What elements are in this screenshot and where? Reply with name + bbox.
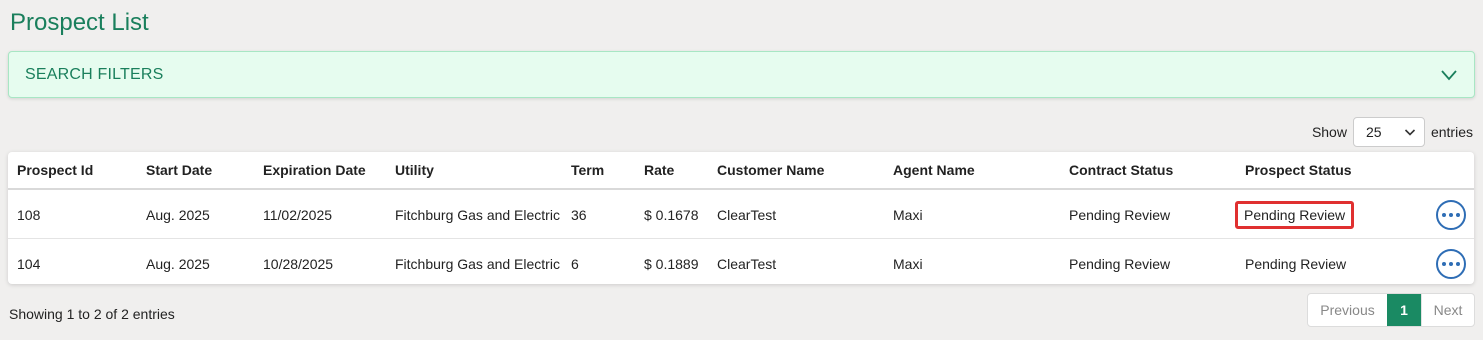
page-title: Prospect List <box>10 9 149 36</box>
more-actions-button[interactable] <box>1436 248 1466 279</box>
contract-status-cell: Pending Review <box>1069 255 1171 272</box>
next-page-button[interactable]: Next <box>1421 294 1474 326</box>
entries-per-page-value: 25 <box>1365 124 1382 140</box>
table-header-row: Prospect Id Start Date Expiration Date U… <box>8 152 1474 190</box>
start-date-cell: Aug. 2025 <box>146 255 210 272</box>
chevron-down-icon <box>1404 129 1416 136</box>
search-filters-toggle[interactable]: SEARCH FILTERS <box>8 51 1475 98</box>
page-1-button[interactable]: 1 <box>1387 294 1421 326</box>
utility-cell: Fitchburg Gas and Electric <box>395 255 560 272</box>
customer-name-cell: ClearTest <box>717 255 777 272</box>
expiration-date-cell: 10/28/2025 <box>263 255 334 272</box>
rate-cell: $ 0.1889 <box>644 255 699 272</box>
table-info: Showing 1 to 2 of 2 entries <box>9 306 175 322</box>
header-expiration-date[interactable]: Expiration Date <box>263 152 366 188</box>
row-actions <box>1436 240 1466 287</box>
agent-name-cell: Maxi <box>893 255 923 272</box>
prospect-id-cell: 104 <box>17 255 41 272</box>
term-cell: 6 <box>571 255 579 272</box>
header-prospect-id[interactable]: Prospect Id <box>17 152 93 188</box>
header-term[interactable]: Term <box>571 152 604 188</box>
term-cell: 36 <box>571 207 587 223</box>
highlighted-prospect-status: Pending Review <box>1235 201 1355 229</box>
ellipsis-icon <box>1442 261 1460 266</box>
table-row: 104 Aug. 2025 10/28/2025 Fitchburg Gas a… <box>8 240 1474 287</box>
expiration-date-cell: 11/02/2025 <box>263 207 333 223</box>
header-customer-name[interactable]: Customer Name <box>717 152 824 188</box>
prospects-table: Prospect Id Start Date Expiration Date U… <box>8 152 1474 284</box>
entries-length-control: Show 25 entries <box>1312 117 1473 147</box>
prospect-id-cell: 108 <box>17 207 41 223</box>
header-contract-status[interactable]: Contract Status <box>1069 152 1173 188</box>
search-filters-label: SEARCH FILTERS <box>25 65 164 83</box>
start-date-cell: Aug. 2025 <box>146 207 210 223</box>
header-start-date[interactable]: Start Date <box>146 152 212 188</box>
show-label: Show <box>1311 124 1347 140</box>
header-utility[interactable]: Utility <box>395 152 434 188</box>
prospect-status-cell: Pending Review <box>1235 192 1355 238</box>
prospect-list-page: Prospect List SEARCH FILTERS Show 25 ent… <box>0 0 1483 340</box>
table-row: 108 Aug. 2025 11/02/2025 Fitchburg Gas a… <box>8 192 1474 239</box>
ellipsis-icon <box>1442 213 1460 217</box>
agent-name-cell: Maxi <box>893 207 923 223</box>
utility-cell: Fitchburg Gas and Electric <box>395 207 560 223</box>
customer-name-cell: ClearTest <box>717 207 777 223</box>
entries-label: entries <box>1430 124 1473 140</box>
header-agent-name[interactable]: Agent Name <box>893 152 975 188</box>
more-actions-button[interactable] <box>1436 200 1466 230</box>
header-prospect-status[interactable]: Prospect Status <box>1245 152 1352 188</box>
previous-page-button[interactable]: Previous <box>1308 294 1387 326</box>
prospect-status-cell: Pending Review <box>1245 255 1347 272</box>
chevron-down-icon <box>1441 69 1457 80</box>
header-rate[interactable]: Rate <box>644 152 674 188</box>
row-actions <box>1436 192 1466 238</box>
contract-status-cell: Pending Review <box>1069 207 1171 223</box>
entries-per-page-select[interactable]: 25 <box>1352 117 1425 147</box>
rate-cell: $ 0.1678 <box>644 207 699 223</box>
pagination: Previous 1 Next <box>1307 293 1475 327</box>
